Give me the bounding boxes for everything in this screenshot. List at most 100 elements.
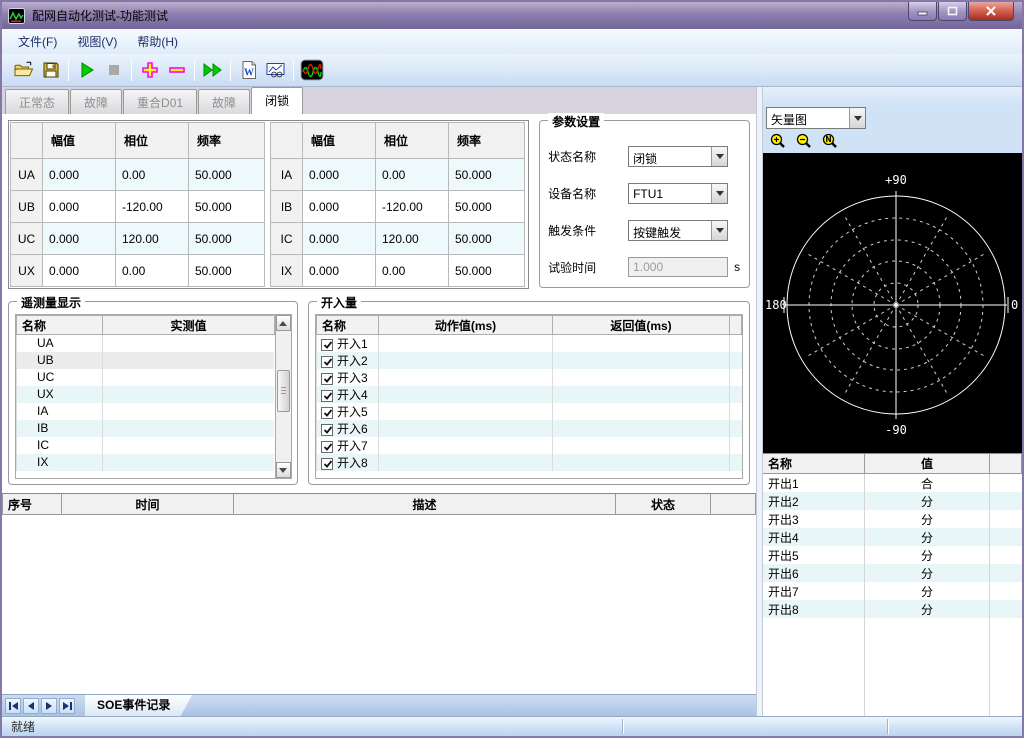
menu-item[interactable]: 帮助(H): [127, 29, 188, 54]
view-type-select[interactable]: 矢量图: [766, 107, 866, 129]
scroll-down-icon[interactable]: [276, 462, 291, 478]
device-name-select[interactable]: FTU1: [628, 183, 728, 204]
waveform-view-button[interactable]: [298, 57, 325, 84]
phasor-cell[interactable]: 0.000: [43, 191, 116, 223]
phasor-cell[interactable]: 50.000: [189, 255, 265, 287]
last-page-icon[interactable]: [59, 698, 75, 714]
return-value-cell: [553, 437, 730, 454]
checkbox[interactable]: [321, 390, 333, 402]
polar-label-bottom: -90: [885, 423, 907, 437]
close-button[interactable]: [968, 2, 1014, 21]
trigger-select[interactable]: 按键触发: [628, 220, 728, 241]
checkbox[interactable]: [321, 407, 333, 419]
chevron-down-icon[interactable]: [849, 108, 865, 128]
digital-input-row: 开入1: [317, 335, 742, 353]
telemetry-row[interactable]: UC: [17, 369, 275, 386]
spacer-cell: [730, 437, 742, 454]
zoom-reset-icon[interactable]: N: [822, 133, 838, 149]
tab-soe-events[interactable]: SOE事件记录: [85, 695, 192, 717]
telemetry-scrollbar[interactable]: [275, 315, 291, 478]
phasor-cell[interactable]: 0.000: [43, 223, 116, 255]
data-view-button[interactable]: [262, 57, 289, 84]
next-page-icon[interactable]: [41, 698, 57, 714]
phasor-cell[interactable]: 50.000: [449, 255, 525, 287]
remove-state-button[interactable]: [163, 57, 190, 84]
state-name-select[interactable]: 闭锁: [628, 146, 728, 167]
digital-output-row: 开出1合: [763, 474, 1022, 492]
telemetry-row[interactable]: IB: [17, 420, 275, 437]
output-value: 分: [865, 510, 990, 528]
phasor-cell[interactable]: -120.00: [116, 191, 189, 223]
chevron-down-icon[interactable]: [711, 147, 727, 166]
phasor-cell[interactable]: 50.000: [449, 159, 525, 191]
phasor-cell[interactable]: 0.00: [116, 159, 189, 191]
zoom-out-icon[interactable]: [796, 133, 812, 149]
column-header: 名称: [317, 316, 379, 335]
phasor-cell[interactable]: 0.000: [303, 191, 376, 223]
phasor-cell[interactable]: 120.00: [376, 223, 449, 255]
start-test-button[interactable]: [73, 57, 100, 84]
phasor-cell[interactable]: 50.000: [449, 223, 525, 255]
toolbar-separator: [68, 60, 69, 81]
telemetry-row[interactable]: IA: [17, 403, 275, 420]
chevron-down-icon[interactable]: [711, 221, 727, 240]
telemetry-row[interactable]: IC: [17, 437, 275, 454]
first-page-icon[interactable]: [5, 698, 21, 714]
phasor-cell[interactable]: 50.000: [189, 159, 265, 191]
checkbox[interactable]: [321, 373, 333, 385]
prev-page-icon[interactable]: [23, 698, 39, 714]
maximize-button[interactable]: [938, 2, 967, 21]
phasor-cell[interactable]: 50.000: [189, 191, 265, 223]
menu-item[interactable]: 文件(F): [8, 29, 67, 54]
zoom-in-icon[interactable]: [770, 133, 786, 149]
phasor-cell[interactable]: 0.000: [303, 223, 376, 255]
state-tab[interactable]: 故障: [70, 89, 122, 114]
telemetry-row[interactable]: IX: [17, 454, 275, 471]
polar-label-top: +90: [885, 173, 907, 187]
checkbox[interactable]: [321, 458, 333, 470]
svg-text:N: N: [825, 135, 831, 144]
phasor-cell[interactable]: 0.000: [303, 255, 376, 287]
phasor-cell[interactable]: 0.000: [43, 159, 116, 191]
phasor-cell[interactable]: 120.00: [116, 223, 189, 255]
telemetry-row[interactable]: UB: [17, 352, 275, 369]
run-all-button[interactable]: [199, 57, 226, 84]
state-tab[interactable]: 正常态: [5, 89, 69, 114]
stop-test-button[interactable]: [100, 57, 127, 84]
return-value-cell: [553, 420, 730, 437]
minimize-button[interactable]: [908, 2, 937, 21]
state-tab[interactable]: 故障: [198, 89, 250, 114]
telemetry-value: [103, 403, 275, 420]
phasor-cell[interactable]: 0.000: [43, 255, 116, 287]
telemetry-row[interactable]: UX: [17, 386, 275, 403]
save-button[interactable]: [37, 57, 64, 84]
phasor-cell[interactable]: 0.00: [376, 255, 449, 287]
state-tab[interactable]: 重合D01: [123, 89, 197, 114]
word-report-button[interactable]: W: [235, 57, 262, 84]
scrollbar-thumb[interactable]: [277, 370, 290, 412]
telemetry-value: [103, 369, 275, 386]
scroll-up-icon[interactable]: [276, 315, 291, 331]
checkbox[interactable]: [321, 356, 333, 368]
chevron-down-icon[interactable]: [711, 184, 727, 203]
phasor-row: IB0.000-120.0050.000: [271, 191, 525, 223]
telemetry-row[interactable]: UA: [17, 335, 275, 352]
test-time-input: [628, 257, 728, 277]
column-header: 幅值: [303, 123, 376, 159]
groupbox-title: 开入量: [317, 294, 361, 311]
checkbox[interactable]: [321, 441, 333, 453]
panel-splitter[interactable]: [756, 87, 763, 716]
menu-item[interactable]: 视图(V): [67, 29, 127, 54]
phasor-cell[interactable]: 0.00: [116, 255, 189, 287]
phasor-cell[interactable]: 50.000: [189, 223, 265, 255]
checkbox[interactable]: [321, 339, 333, 351]
state-tab[interactable]: 闭锁: [251, 87, 303, 114]
phasor-cell[interactable]: -120.00: [376, 191, 449, 223]
open-file-button[interactable]: [10, 57, 37, 84]
checkbox[interactable]: [321, 424, 333, 436]
add-state-button[interactable]: [136, 57, 163, 84]
phasor-cell[interactable]: 50.000: [449, 191, 525, 223]
phasor-cell[interactable]: 0.00: [376, 159, 449, 191]
channel-label: IX: [271, 255, 303, 287]
phasor-cell[interactable]: 0.000: [303, 159, 376, 191]
